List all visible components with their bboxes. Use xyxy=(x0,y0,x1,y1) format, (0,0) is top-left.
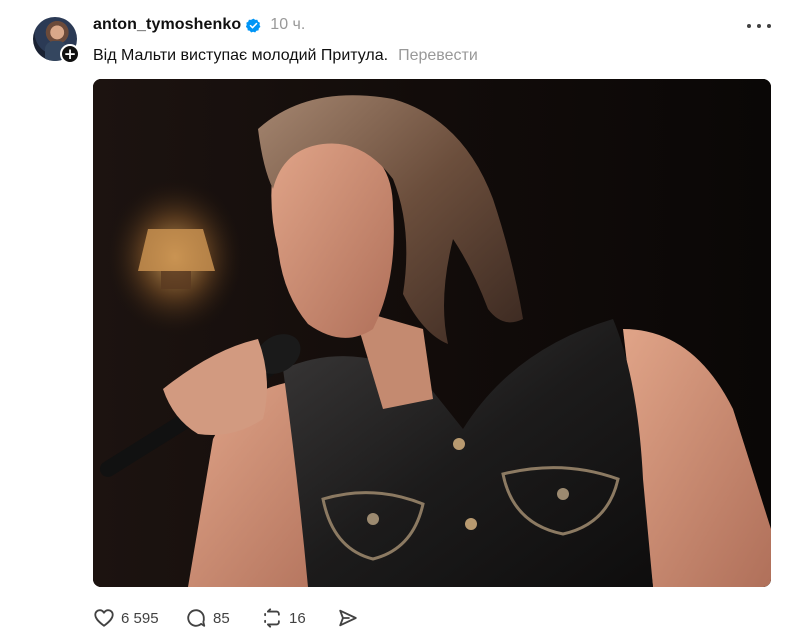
send-icon xyxy=(339,609,357,627)
post-actions: 6 595 85 16 xyxy=(93,606,359,630)
replies-count: 85 xyxy=(213,609,230,627)
post-image[interactable] xyxy=(93,79,771,587)
comment-bubble-icon xyxy=(187,609,206,627)
translate-link[interactable]: Перевести xyxy=(398,47,478,64)
post-header: anton_tymoshenko 10 ч. xyxy=(93,14,305,36)
like-button[interactable]: 6 595 xyxy=(93,606,185,630)
username-link[interactable]: anton_tymoshenko xyxy=(93,16,241,34)
post-timestamp[interactable]: 10 ч. xyxy=(270,16,305,34)
verified-badge-icon xyxy=(246,18,261,32)
heart-icon xyxy=(94,609,114,627)
likes-count: 6 595 xyxy=(121,609,159,627)
post-caption: Від Мальти виступає молодий Притула. xyxy=(93,47,389,64)
reply-button[interactable]: 85 xyxy=(185,606,261,630)
avatar-container[interactable]: + xyxy=(33,17,80,64)
reposts-count: 16 xyxy=(289,609,306,627)
more-options-icon[interactable] xyxy=(747,17,771,35)
singer-photo xyxy=(93,79,771,587)
repost-icon xyxy=(264,608,280,628)
threads-post: + anton_tymoshenko 10 ч. Від Мальти вист… xyxy=(0,0,792,641)
plus-icon[interactable]: + xyxy=(60,44,80,64)
repost-button[interactable]: 16 xyxy=(261,606,337,630)
post-text: Від Мальти виступає молодий Притула. Пере… xyxy=(93,45,478,67)
share-button[interactable] xyxy=(337,606,359,630)
